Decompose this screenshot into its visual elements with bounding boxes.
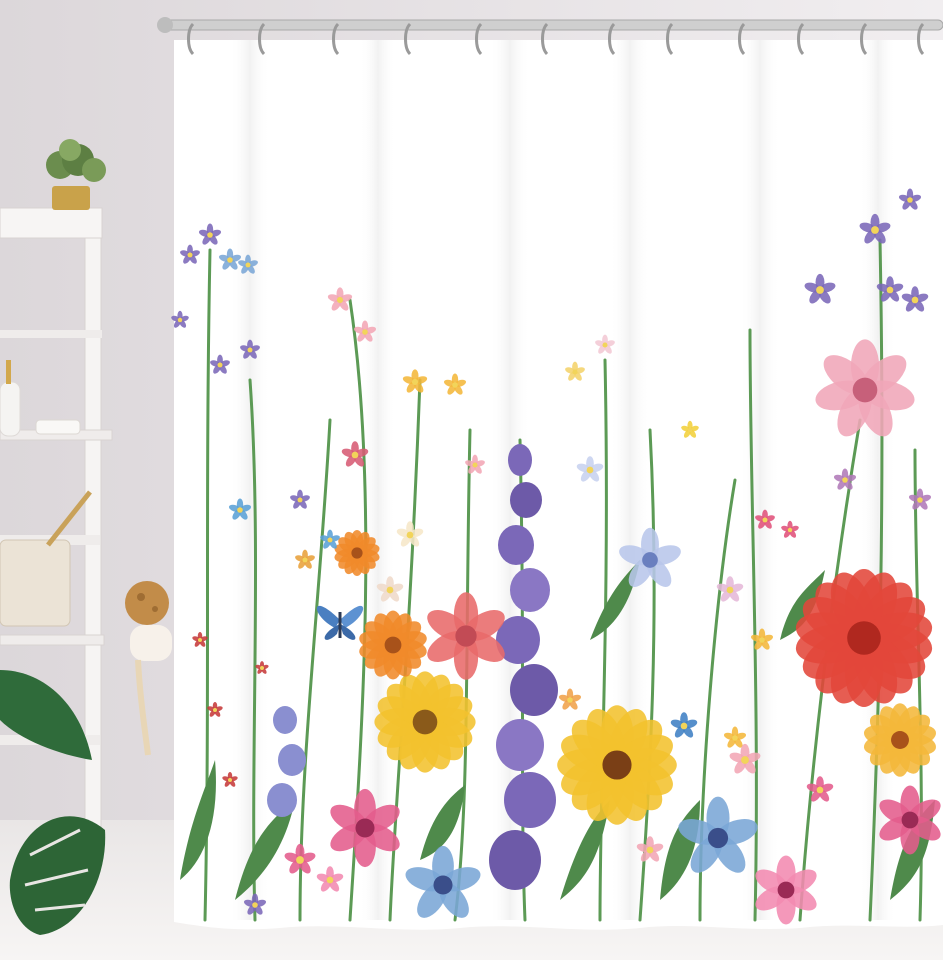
soap-bar	[35, 419, 81, 435]
bathroom-scene	[0, 0, 943, 960]
